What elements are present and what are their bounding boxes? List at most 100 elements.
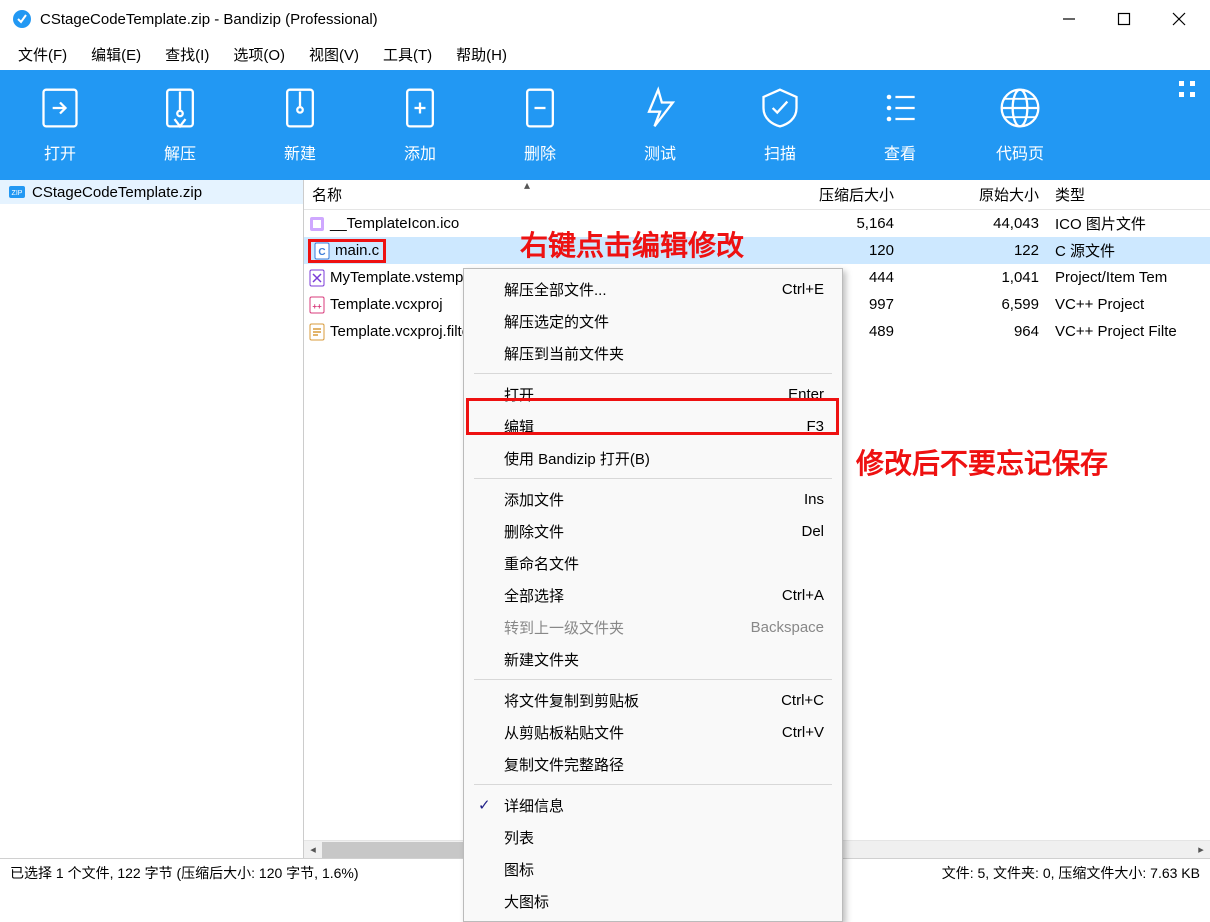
toolbar-test[interactable]: 测试 <box>600 86 720 164</box>
titlebar: CStageCodeTemplate.zip - Bandizip (Profe… <box>0 0 1210 38</box>
add-icon <box>398 86 442 130</box>
context-menu-item-label: 从剪贴板粘贴文件 <box>504 722 624 743</box>
toolbar-view-label: 查看 <box>884 140 916 164</box>
toolbar-extract[interactable]: 解压 <box>120 86 240 164</box>
toolbar-add[interactable]: 添加 <box>360 86 480 164</box>
svg-text:ZIP: ZIP <box>12 190 23 197</box>
svg-text:++: ++ <box>312 302 322 311</box>
context-menu-item[interactable]: 将文件复制到剪贴板Ctrl+C <box>464 684 842 716</box>
context-menu-item[interactable]: 新建文件夹 <box>464 643 842 675</box>
context-menu-item[interactable]: 添加文件Ins <box>464 483 842 515</box>
file-name: main.c <box>335 242 379 259</box>
context-menu-item[interactable]: 编辑F3 <box>464 410 842 442</box>
toolbar-codepage[interactable]: 代码页 <box>960 86 1080 164</box>
tree-root-item[interactable]: ZIP CStageCodeTemplate.zip <box>0 180 303 204</box>
context-menu-item[interactable]: 解压到当前文件夹 <box>464 337 842 369</box>
file-name: Template.vcxproj <box>330 296 443 313</box>
toolbar-view[interactable]: 查看 <box>840 86 960 164</box>
context-menu-item-label: 解压全部文件... <box>504 279 607 300</box>
file-row[interactable]: Cmain.c 120 122 C 源文件 <box>304 237 1210 264</box>
context-menu-hotkey: Ctrl+C <box>781 692 824 709</box>
menu-file[interactable]: 文件(F) <box>6 40 79 69</box>
context-menu-item-label: 复制文件完整路径 <box>504 754 624 775</box>
annotation-text-1: 右键点击编辑修改 <box>520 224 744 264</box>
vstemplate-file-icon <box>308 269 326 287</box>
file-osize: 964 <box>904 323 1049 340</box>
column-original-size[interactable]: 原始大小 <box>904 184 1049 205</box>
context-menu-item[interactable]: 详细信息 <box>464 789 842 821</box>
toolbar-codepage-label: 代码页 <box>996 140 1044 164</box>
file-csize: 120 <box>774 242 904 259</box>
context-menu-hotkey: Ctrl+A <box>782 587 824 604</box>
view-icon <box>878 86 922 130</box>
column-compressed-size[interactable]: 压缩后大小 <box>774 184 904 205</box>
context-menu-item[interactable]: 使用 Bandizip 打开(B) <box>464 442 842 474</box>
window-title: CStageCodeTemplate.zip - Bandizip (Profe… <box>40 11 378 28</box>
menu-find[interactable]: 查找(I) <box>153 40 221 69</box>
context-menu-item-label: 重命名文件 <box>504 553 579 574</box>
toolbar-scan[interactable]: 扫描 <box>720 86 840 164</box>
context-menu: 解压全部文件...Ctrl+E解压选定的文件解压到当前文件夹打开Enter编辑F… <box>463 268 843 922</box>
file-type: C 源文件 <box>1049 240 1210 261</box>
context-menu-item-label: 全部选择 <box>504 585 564 606</box>
file-type: VC++ Project <box>1049 296 1210 313</box>
codepage-icon <box>998 86 1042 130</box>
statusbar-left: 已选择 1 个文件, 122 字节 (压缩后大小: 120 字节, 1.6%) <box>10 863 359 883</box>
file-name: Template.vcxproj.filters <box>330 323 483 340</box>
context-menu-item[interactable]: 重命名文件 <box>464 547 842 579</box>
toolbar-delete[interactable]: 删除 <box>480 86 600 164</box>
context-menu-item[interactable]: 复制文件完整路径 <box>464 748 842 780</box>
menu-tools[interactable]: 工具(T) <box>371 40 444 69</box>
menubar: 文件(F) 编辑(E) 查找(I) 选项(O) 视图(V) 工具(T) 帮助(H… <box>0 38 1210 70</box>
scan-icon <box>758 86 802 130</box>
context-menu-item-label: 使用 Bandizip 打开(B) <box>504 448 650 469</box>
close-button[interactable] <box>1151 0 1206 38</box>
file-type: VC++ Project Filte <box>1049 323 1210 340</box>
toolbar: 打开 解压 新建 添加 删除 测试 扫描 查看 代码页 <box>0 70 1210 180</box>
context-menu-item[interactable]: 图标 <box>464 853 842 885</box>
file-csize: 5,164 <box>774 215 904 232</box>
minimize-button[interactable] <box>1041 0 1096 38</box>
context-menu-item-label: 编辑 <box>504 416 534 437</box>
column-name[interactable]: 名称 <box>304 184 774 205</box>
app-icon <box>12 9 32 29</box>
toolbar-scan-label: 扫描 <box>764 140 796 164</box>
context-menu-hotkey: Enter <box>788 386 824 403</box>
context-menu-hotkey: Ctrl+V <box>782 724 824 741</box>
maximize-button[interactable] <box>1096 0 1151 38</box>
column-type[interactable]: 类型 <box>1049 184 1210 205</box>
toolbar-open[interactable]: 打开 <box>0 86 120 164</box>
context-menu-item[interactable]: 解压全部文件...Ctrl+E <box>464 273 842 305</box>
toolbar-delete-label: 删除 <box>524 140 556 164</box>
statusbar-right: 文件: 5, 文件夹: 0, 压缩文件大小: 7.63 KB <box>942 863 1200 883</box>
context-menu-item[interactable]: 全部选择 Ctrl+A <box>464 579 842 611</box>
open-icon <box>38 86 82 130</box>
file-row[interactable]: __TemplateIcon.ico 5,164 44,043 ICO 图片文件 <box>304 210 1210 237</box>
context-menu-item-label: 新建文件夹 <box>504 649 579 670</box>
annotation-text-2: 修改后不要忘记保存 <box>856 442 1108 482</box>
new-icon <box>278 86 322 130</box>
context-menu-item[interactable]: 删除文件Del <box>464 515 842 547</box>
ico-file-icon <box>308 215 326 233</box>
context-menu-item: 转到上一级文件夹Backspace <box>464 611 842 643</box>
menu-view[interactable]: 视图(V) <box>297 40 371 69</box>
context-menu-separator <box>474 679 832 680</box>
zip-icon: ZIP <box>8 183 26 201</box>
context-menu-separator <box>474 478 832 479</box>
file-osize: 44,043 <box>904 215 1049 232</box>
menu-help[interactable]: 帮助(H) <box>444 40 519 69</box>
toolbar-new-label: 新建 <box>284 140 316 164</box>
toolbar-more-icon[interactable] <box>1178 80 1196 101</box>
context-menu-item[interactable]: 从剪贴板粘贴文件 Ctrl+V <box>464 716 842 748</box>
scroll-right-button[interactable]: ▸ <box>1192 841 1210 859</box>
context-menu-item[interactable]: 列表 <box>464 821 842 853</box>
toolbar-open-label: 打开 <box>44 140 76 164</box>
delete-icon <box>518 86 562 130</box>
context-menu-item[interactable]: 解压选定的文件 <box>464 305 842 337</box>
vcxproj-file-icon: ++ <box>308 296 326 314</box>
scroll-left-button[interactable]: ◂ <box>304 841 322 859</box>
menu-options[interactable]: 选项(O) <box>221 40 297 69</box>
context-menu-item[interactable]: 打开Enter <box>464 378 842 410</box>
toolbar-new[interactable]: 新建 <box>240 86 360 164</box>
menu-edit[interactable]: 编辑(E) <box>79 40 153 69</box>
